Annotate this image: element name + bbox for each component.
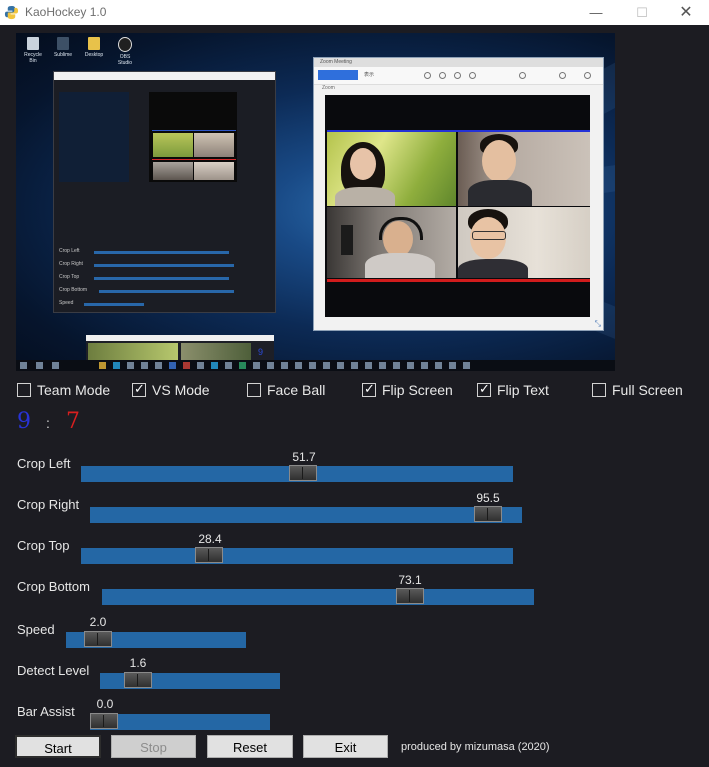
bar-assist-slider[interactable] xyxy=(90,713,270,730)
checkbox-box[interactable]: ✓ xyxy=(362,381,376,397)
score-separator: : xyxy=(46,415,50,431)
detect-level-label: Detect Level xyxy=(17,663,90,678)
video-grid xyxy=(325,95,590,317)
resize-grip-icon: ⤡ xyxy=(594,319,601,328)
participant-tile xyxy=(327,132,456,206)
python-app-icon xyxy=(4,5,19,20)
meeting-browser-window: Zoom Meeting 表示 Zoom ⤡ xyxy=(313,57,604,331)
detect-level-slider[interactable] xyxy=(100,672,280,689)
crop-top-label: Crop Top xyxy=(17,538,70,553)
crop-top-slider[interactable] xyxy=(81,547,513,564)
crop-left-slider[interactable] xyxy=(81,465,513,482)
crop-top-value: 28.4 xyxy=(198,532,222,546)
detect-level-value: 1.6 xyxy=(129,656,147,670)
desktop-icon-obs: OBS Studio xyxy=(115,37,135,66)
window-title: KaoHockey 1.0 xyxy=(25,5,107,19)
participant-tile xyxy=(458,207,590,278)
checkbox-label: Flip Text xyxy=(497,382,549,398)
desktop-icon-desktop: Desktop xyxy=(84,37,104,58)
close-button[interactable]: ✕ xyxy=(663,0,709,25)
speed-value: 2.0 xyxy=(89,615,107,629)
nested-app-window: Crop Left Crop Right Crop Top Crop Botto… xyxy=(53,71,276,313)
slider-handle[interactable] xyxy=(195,547,223,563)
start-button[interactable]: Start xyxy=(15,735,101,758)
checkmark-icon: ✓ xyxy=(134,381,145,396)
crop-left-value: 51.7 xyxy=(292,450,316,464)
credit-text: produced by mizumasa (2020) xyxy=(401,741,550,753)
crop-right-label: Crop Right xyxy=(17,497,80,512)
maximize-button[interactable]: ☐ xyxy=(619,0,665,25)
screen-preview: Recycle Bin Sublime Desktop OBS Studio C… xyxy=(16,33,615,371)
score-blue: 9 xyxy=(17,409,31,434)
crop-right-value: 95.5 xyxy=(476,491,500,505)
minimize-button[interactable]: — xyxy=(573,0,619,25)
title-bar: KaoHockey 1.0 — ☐ ✕ xyxy=(0,0,709,25)
score-red: 7 xyxy=(66,409,80,434)
bar-assist-label: Bar Assist xyxy=(17,704,75,719)
checkbox-label: Full Screen xyxy=(612,382,683,398)
checkbox-box[interactable]: ✓ xyxy=(477,381,491,397)
slider-handle[interactable] xyxy=(84,631,112,647)
checkbox-label: VS Mode xyxy=(152,382,210,398)
participant-tile xyxy=(458,132,590,206)
exit-button[interactable]: Exit xyxy=(303,735,388,758)
crop-bottom-slider[interactable] xyxy=(102,588,534,605)
crop-bottom-value: 73.1 xyxy=(398,573,422,587)
taskbar xyxy=(16,360,615,371)
slider-handle[interactable] xyxy=(90,713,118,729)
speed-label: Speed xyxy=(17,622,55,637)
speed-slider[interactable] xyxy=(66,631,246,648)
desktop-icon-sublime: Sublime xyxy=(53,37,73,58)
checkbox-label: Team Mode xyxy=(37,382,111,398)
participant-tile xyxy=(327,207,456,278)
reset-button[interactable]: Reset xyxy=(207,735,293,758)
slider-handle[interactable] xyxy=(124,672,152,688)
desktop-icon-recycle-bin: Recycle Bin xyxy=(23,37,43,64)
bar-assist-value: 0.0 xyxy=(96,697,114,711)
checkmark-icon: ✓ xyxy=(479,381,490,396)
crop-right-slider[interactable] xyxy=(90,506,522,523)
checkmark-icon: ✓ xyxy=(364,381,375,396)
crop-left-label: Crop Left xyxy=(17,456,71,471)
checkbox-label: Flip Screen xyxy=(382,382,453,398)
checkbox-box[interactable] xyxy=(247,383,261,397)
slider-handle[interactable] xyxy=(289,465,317,481)
checkbox-box[interactable] xyxy=(592,383,606,397)
checkbox-label: Face Ball xyxy=(267,382,326,398)
crop-bottom-label: Crop Bottom xyxy=(17,579,90,594)
checkbox-box[interactable] xyxy=(17,383,31,397)
options-row: Team Mode ✓ VS Mode Face Ball ✓ Flip Scr… xyxy=(0,381,709,399)
stop-button[interactable]: Stop xyxy=(111,735,196,758)
checkbox-box[interactable]: ✓ xyxy=(132,381,146,397)
slider-handle[interactable] xyxy=(474,506,502,522)
nested-app-mini-window: 9 xyxy=(86,335,274,361)
slider-handle[interactable] xyxy=(396,588,424,604)
